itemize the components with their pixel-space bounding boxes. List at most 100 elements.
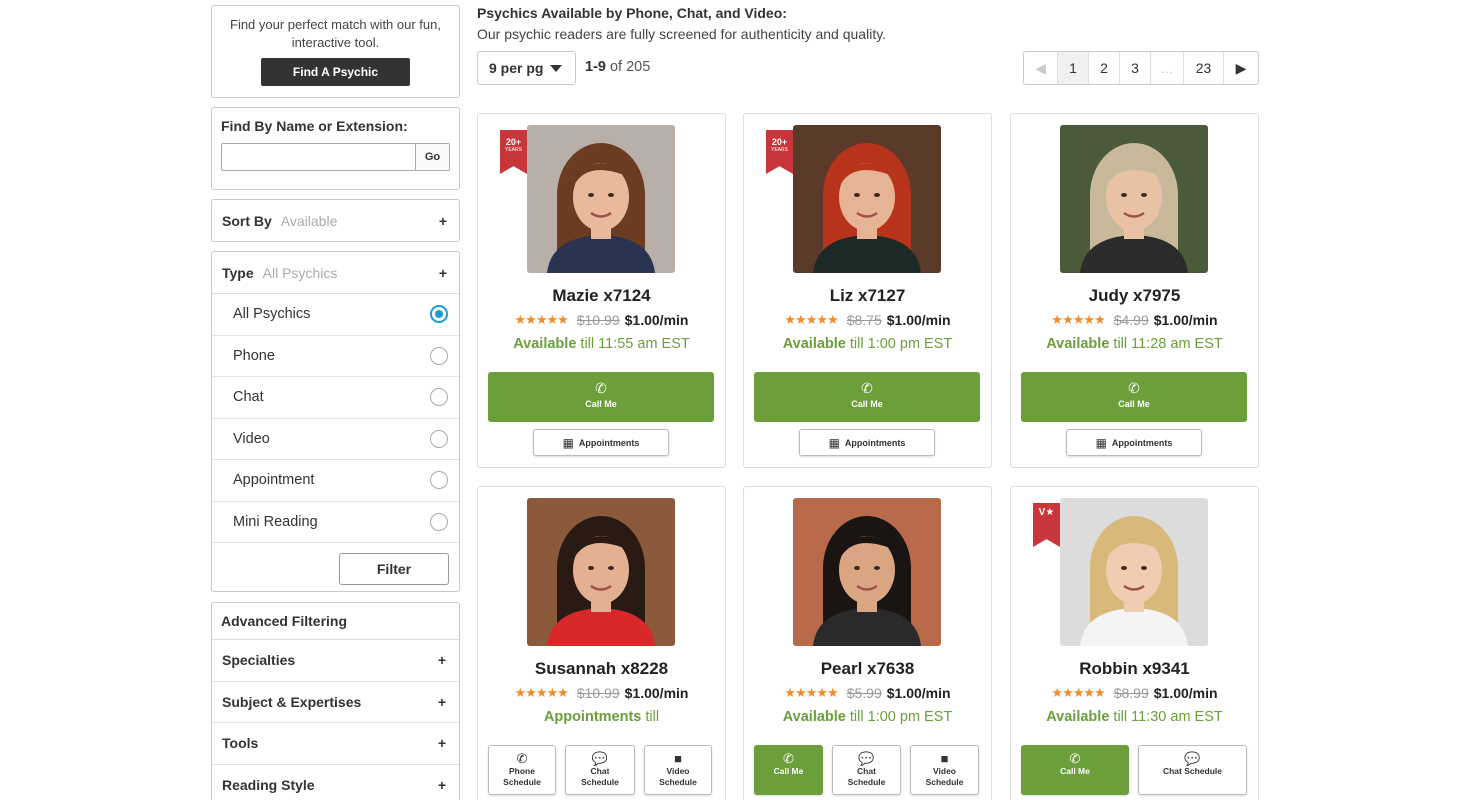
original-price: $8.75 xyxy=(846,312,882,328)
availability-label: Available xyxy=(513,336,577,352)
page-link[interactable]: 2 xyxy=(1089,52,1120,84)
result-range-span: 1-9 xyxy=(585,59,606,75)
page-link[interactable]: 23 xyxy=(1184,52,1224,84)
phone-icon: ✆ xyxy=(516,751,528,766)
psychic-name[interactable]: Judy x7975 xyxy=(1011,286,1258,306)
appointments-label: Appointments xyxy=(1111,437,1173,448)
name-search-title: Find By Name or Extension: xyxy=(221,118,408,134)
ribbon-subtext: YEARS xyxy=(505,147,522,153)
radio-button[interactable] xyxy=(430,471,448,490)
availability-time: till 11:55 am EST xyxy=(576,336,690,352)
plus-icon: + xyxy=(437,735,446,752)
radio-button[interactable] xyxy=(430,305,448,324)
radio-button[interactable] xyxy=(430,388,448,407)
psychic-name[interactable]: Pearl x7638 xyxy=(744,659,991,679)
go-button[interactable]: Go xyxy=(415,143,450,171)
star-rating: ★★★★★ xyxy=(514,312,569,327)
type-option[interactable]: Appointment xyxy=(212,460,459,502)
pagination: ◀ 1 2 3... 23 ▶ xyxy=(1023,51,1259,85)
advanced-filter-item[interactable]: Specialties + xyxy=(212,640,459,682)
appointments-button[interactable]: ▦ Appointments xyxy=(533,429,669,456)
radio-button[interactable] xyxy=(430,346,448,365)
psychic-photo[interactable] xyxy=(793,125,941,273)
sort-by-dropdown[interactable]: Sort By Available + xyxy=(211,199,460,242)
psychic-photo[interactable] xyxy=(1060,498,1208,646)
video-action-button[interactable]: ■ Video Schedule xyxy=(910,745,979,795)
chat-action-button[interactable]: 💬 Chat Schedule xyxy=(832,745,901,795)
psychic-name[interactable]: Robbin x9341 xyxy=(1011,659,1258,679)
availability-status: Available till 11:28 am EST xyxy=(1011,336,1258,352)
page-subtitle: Our psychic readers are fully screened f… xyxy=(477,26,887,42)
advanced-filter-item[interactable]: Tools + xyxy=(212,723,459,765)
radio-button[interactable] xyxy=(430,429,448,448)
type-filter-header[interactable]: Type All Psychics + xyxy=(212,252,459,294)
advanced-filter-label: Reading Style xyxy=(222,776,315,793)
availability-time: till 11:30 am EST xyxy=(1109,709,1223,725)
psychic-photo[interactable] xyxy=(1060,125,1208,273)
action-button-label: Chat Schedule xyxy=(847,766,886,787)
type-option-label: Mini Reading xyxy=(233,513,318,530)
current-price: $1.00/min xyxy=(1153,685,1218,701)
psychic-photo[interactable] xyxy=(527,498,675,646)
name-search-input[interactable] xyxy=(221,143,415,171)
psychic-photo[interactable] xyxy=(527,125,675,273)
psychic-name[interactable]: Mazie x7124 xyxy=(478,286,725,306)
type-option[interactable]: Video xyxy=(212,419,459,460)
phone-icon: ✆ xyxy=(595,380,607,396)
type-option[interactable]: Chat xyxy=(212,377,459,419)
type-option-label: Appointment xyxy=(233,472,315,489)
availability-label: Available xyxy=(1046,709,1110,725)
phone-action-button[interactable]: ✆ Call Me xyxy=(754,745,823,795)
filter-button[interactable]: Filter xyxy=(339,552,449,585)
advanced-filter-label: Subject & Expertises xyxy=(222,693,362,710)
name-search-panel: Find By Name or Extension: Go xyxy=(211,107,460,190)
radio-button[interactable] xyxy=(430,512,448,531)
call-me-button[interactable]: ✆ Call Me xyxy=(1021,372,1247,422)
type-option[interactable]: Mini Reading xyxy=(212,502,459,543)
promo-text: Find your perfect match with our fun, in… xyxy=(230,17,441,50)
phone-action-button[interactable]: ✆ Phone Schedule xyxy=(488,745,556,795)
matchmaker-promo: Find your perfect match with our fun, in… xyxy=(211,5,460,98)
psychic-portrait xyxy=(1060,125,1208,273)
per-page-select[interactable]: 9 per pg xyxy=(477,51,576,85)
advanced-filter-item[interactable]: Reading Style + xyxy=(212,765,459,800)
current-price: $1.00/min xyxy=(624,685,689,701)
appointments-label: Appointments xyxy=(844,437,906,448)
chat-icon: 💬 xyxy=(858,751,875,766)
type-option[interactable]: Phone xyxy=(212,336,459,377)
call-me-label: Call Me xyxy=(1118,399,1150,409)
availability-time: till 11:28 am EST xyxy=(1109,336,1223,352)
next-page-icon[interactable]: ▶ xyxy=(1224,52,1258,84)
appointments-button[interactable]: ▦ Appointments xyxy=(1066,429,1202,456)
video-action-button[interactable]: ■ Video Schedule xyxy=(644,745,712,795)
page-link[interactable]: 3 xyxy=(1120,52,1151,84)
star-rating: ★★★★★ xyxy=(1051,312,1105,327)
action-button-label: Chat Schedule xyxy=(581,766,619,787)
current-price: $1.00/min xyxy=(1153,312,1218,328)
phone-action-button[interactable]: ✆ Call Me xyxy=(1021,745,1129,795)
price-row: ★★★★★ $8.99 $1.00/min xyxy=(1011,685,1258,701)
psychic-name[interactable]: Susannah x8228 xyxy=(478,659,725,679)
appointments-button[interactable]: ▦ Appointments xyxy=(799,429,935,456)
prev-page-icon[interactable]: ◀ xyxy=(1024,52,1058,84)
video-icon: ■ xyxy=(940,751,949,766)
psychic-card: Pearl x7638 ★★★★★ $5.99 $1.00/min Available … xyxy=(743,486,992,800)
find-a-psychic-button[interactable]: Find A Psychic xyxy=(261,58,410,86)
caret-down-icon xyxy=(550,64,563,72)
chat-action-button[interactable]: 💬 Chat Schedule xyxy=(1138,745,1247,795)
advanced-filter-item[interactable]: Subject & Expertises + xyxy=(212,682,459,723)
page-link[interactable]: 1 xyxy=(1058,52,1089,84)
type-option[interactable]: All Psychics xyxy=(212,294,459,336)
availability-label: Available xyxy=(782,336,846,352)
advanced-filtering-title: Advanced Filtering xyxy=(212,603,459,640)
chat-action-button[interactable]: 💬 Chat Schedule xyxy=(565,745,635,795)
psychic-photo[interactable] xyxy=(793,498,941,646)
call-me-button[interactable]: ✆ Call Me xyxy=(488,372,714,422)
call-me-button[interactable]: ✆ Call Me xyxy=(754,372,980,422)
psychic-portrait xyxy=(527,125,675,273)
result-total: of 205 xyxy=(605,59,651,75)
psychic-portrait xyxy=(793,498,941,646)
per-page-value: 9 per pg xyxy=(489,60,544,76)
psychic-name[interactable]: Liz x7127 xyxy=(744,286,991,306)
video-icon: ■ xyxy=(674,751,682,766)
